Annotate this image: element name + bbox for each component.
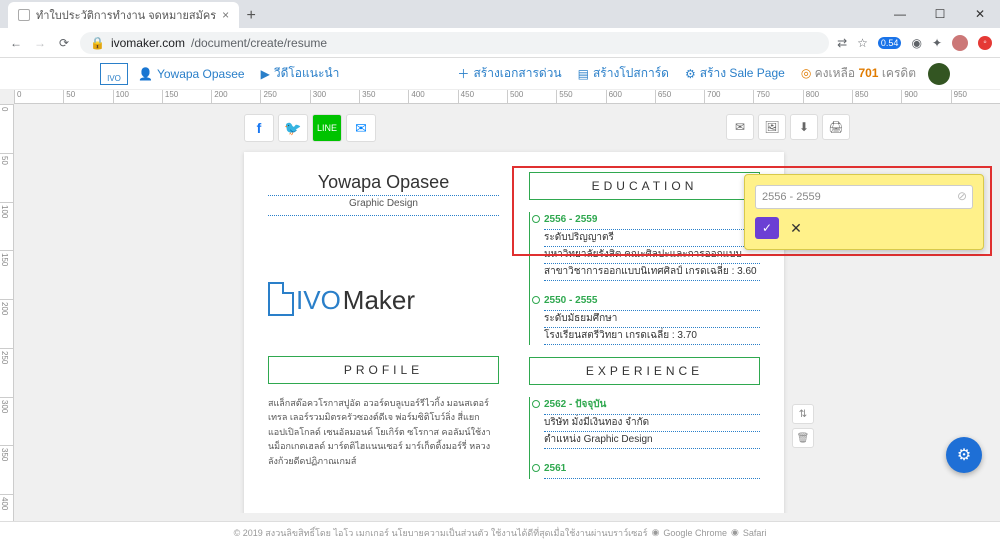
document-toolbar: ✉ 🖼 ⬇ 🖨	[726, 114, 850, 140]
new-tab-button[interactable]: +	[239, 4, 263, 28]
safari-icon: ◉	[731, 527, 739, 538]
download-icon[interactable]: ⬇	[790, 114, 818, 140]
video-label: วีดีโอแนะนำ	[274, 64, 340, 83]
extension-badge[interactable]: 0.54	[878, 37, 902, 49]
facebook-icon[interactable]: f	[244, 114, 274, 142]
user-menu[interactable]: 👤 Yowapa Opasee	[138, 67, 245, 81]
postcard-label: สร้างโปสการ์ด	[593, 64, 669, 83]
footer-browser1: Google Chrome	[663, 528, 727, 538]
url-host: ivomaker.com	[111, 36, 185, 50]
print-icon[interactable]: 🖨	[822, 114, 850, 140]
watermark-text2: Maker	[343, 285, 415, 316]
plus-icon: ＋	[457, 65, 469, 82]
exp-line[interactable]: ตำแหน่ง Graphic Design	[544, 432, 760, 449]
line-icon[interactable]: LINE	[312, 114, 342, 142]
delete-icon[interactable]: 🗑	[792, 428, 814, 448]
image-icon[interactable]: 🖼	[758, 114, 786, 140]
profile-section-header[interactable]: PROFILE	[268, 356, 499, 384]
credits-label: คงเหลือ	[815, 66, 855, 80]
ruler-vertical: 050100150200250300350400	[0, 104, 14, 543]
play-icon: ▶	[261, 67, 270, 81]
watermark-logo: IVOMaker	[268, 282, 415, 316]
settings-fab[interactable]: ⚙	[946, 437, 982, 473]
lock-icon: 🔒	[90, 36, 105, 50]
entry-side-controls: ⇅ 🗑	[792, 404, 814, 448]
salepage-label: สร้าง Sale Page	[700, 64, 785, 83]
ruler-horizontal: 0501001502002503003504004505005506006507…	[14, 90, 1000, 104]
user-name: Yowapa Opasee	[157, 67, 245, 81]
clear-input-icon[interactable]: ⊘	[957, 189, 967, 203]
profile-text[interactable]: สแล็กสต๊อควโรกาสปูอัด อวอร์ดบลูเบอร์รีไว…	[268, 396, 499, 468]
gear-icon: ⚙	[685, 67, 696, 81]
gear-icon: ⚙	[957, 445, 971, 465]
tab-title: ทำใบประวัติการทำงาน จดหมายสมัคร	[36, 6, 216, 24]
footer-text: © 2019 สงวนลิขสิทธิ์โดย ไอโว เมกเกอร์ นโ…	[234, 526, 648, 540]
translate-icon[interactable]: ⇄	[837, 36, 847, 50]
document-icon	[268, 282, 294, 316]
twitter-icon[interactable]: 🐦	[278, 114, 308, 142]
doc-icon: ▤	[578, 67, 589, 81]
edu-line[interactable]: สาขาวิชาการออกแบบนิเทศศิลป์ เกรดเฉลี่ย :…	[544, 264, 760, 281]
postcard-button[interactable]: ▤ สร้างโปสการ์ด	[578, 64, 669, 83]
minimize-button[interactable]: —	[880, 0, 920, 28]
resume-name[interactable]: Yowapa Opasee	[268, 172, 499, 196]
quick-doc-label: สร้างเอกสารด่วน	[473, 64, 561, 83]
coin-icon: ◎	[801, 66, 811, 80]
experience-entry[interactable]: 2562 - ปัจจุบัน บริษัท มั่งมีเงินทอง จำก…	[534, 397, 760, 449]
user-icon: 👤	[138, 67, 153, 81]
cancel-button[interactable]: ✕	[785, 217, 807, 239]
edu-dates[interactable]: 2550 - 2555	[544, 293, 760, 311]
credits-display: ◎ คงเหลือ 701 เครดิต	[801, 64, 916, 83]
quick-doc-button[interactable]: ＋ สร้างเอกสารด่วน	[457, 64, 561, 83]
edit-text-input[interactable]	[755, 185, 973, 209]
app-logo[interactable]: IVO	[100, 63, 128, 85]
puzzle-icon[interactable]: ✦	[932, 36, 942, 50]
maximize-button[interactable]: ☐	[920, 0, 960, 28]
extension-icons: ⇄ ☆ 0.54 ◉ ✦ ◦	[837, 35, 992, 51]
resume-role[interactable]: Graphic Design	[268, 198, 499, 216]
close-button[interactable]: ✕	[960, 0, 1000, 28]
camera-icon[interactable]: ◉	[911, 36, 921, 50]
move-handle-icon[interactable]: ⇅	[792, 404, 814, 424]
nav-avatar[interactable]	[928, 63, 950, 85]
credits-unit: เครดิต	[882, 66, 916, 80]
page-footer: © 2019 สงวนลิขสิทธิ์โดย ไอโว เมกเกอร์ นโ…	[0, 521, 1000, 543]
credits-value: 701	[858, 66, 878, 80]
back-button[interactable]: ←	[8, 35, 24, 51]
browser-titlebar: ทำใบประวัติการทำงาน จดหมายสมัคร × + — ☐ …	[0, 0, 1000, 28]
browser-tab[interactable]: ทำใบประวัติการทำงาน จดหมายสมัคร ×	[8, 2, 239, 28]
workspace: 0501001502002503003504004505005506006507…	[0, 90, 1000, 543]
chrome-icon: ◉	[652, 527, 660, 538]
experience-entry[interactable]: 2561	[534, 461, 760, 479]
app-topnav: IVO 👤 Yowapa Opasee ▶ วีดีโอแนะนำ ＋ สร้า…	[0, 58, 1000, 90]
forward-button[interactable]: →	[32, 35, 48, 51]
video-intro-link[interactable]: ▶ วีดีโอแนะนำ	[261, 64, 340, 83]
watermark-text1: IVO	[296, 285, 341, 316]
edu-line[interactable]: ระดับมัธยมศึกษา	[544, 311, 760, 328]
footer-browser2: Safari	[743, 528, 767, 538]
address-bar[interactable]: 🔒 ivomaker.com/document/create/resume	[80, 32, 829, 54]
canvas[interactable]: f 🐦 LINE ✉ ✉ 🖼 ⬇ 🖨 Yowapa Opasee Graphic…	[14, 104, 1000, 513]
window-controls: — ☐ ✕	[880, 0, 1000, 28]
tab-favicon	[18, 9, 30, 21]
reload-button[interactable]: ⟳	[56, 35, 72, 51]
email-icon[interactable]: ✉	[726, 114, 754, 140]
salepage-button[interactable]: ⚙ สร้าง Sale Page	[685, 64, 785, 83]
url-path: /document/create/resume	[191, 36, 327, 50]
messenger-icon[interactable]: ✉	[346, 114, 376, 142]
tab-close-icon[interactable]: ×	[222, 8, 229, 22]
confirm-button[interactable]: ✓	[755, 217, 779, 239]
browser-toolbar: ← → ⟳ 🔒 ivomaker.com/document/create/res…	[0, 28, 1000, 58]
blocker-icon[interactable]: ◦	[978, 36, 992, 50]
star-icon[interactable]: ☆	[857, 36, 868, 50]
experience-section-header[interactable]: EXPERIENCE	[529, 357, 760, 385]
exp-dates[interactable]: 2561	[544, 461, 760, 479]
education-entry[interactable]: 2550 - 2555 ระดับมัธยมศึกษา โรงเรียนสตรี…	[534, 293, 760, 345]
exp-line[interactable]: บริษัท มั่งมีเงินทอง จำกัด	[544, 415, 760, 432]
profile-avatar-icon[interactable]	[952, 35, 968, 51]
exp-dates[interactable]: 2562 - ปัจจุบัน	[544, 397, 760, 415]
share-toolbar: f 🐦 LINE ✉	[244, 114, 380, 142]
edu-line[interactable]: โรงเรียนสตรีวิทยา เกรดเฉลี่ย : 3.70	[544, 328, 760, 345]
inline-edit-popup: ⊘ ✓ ✕	[744, 174, 984, 250]
